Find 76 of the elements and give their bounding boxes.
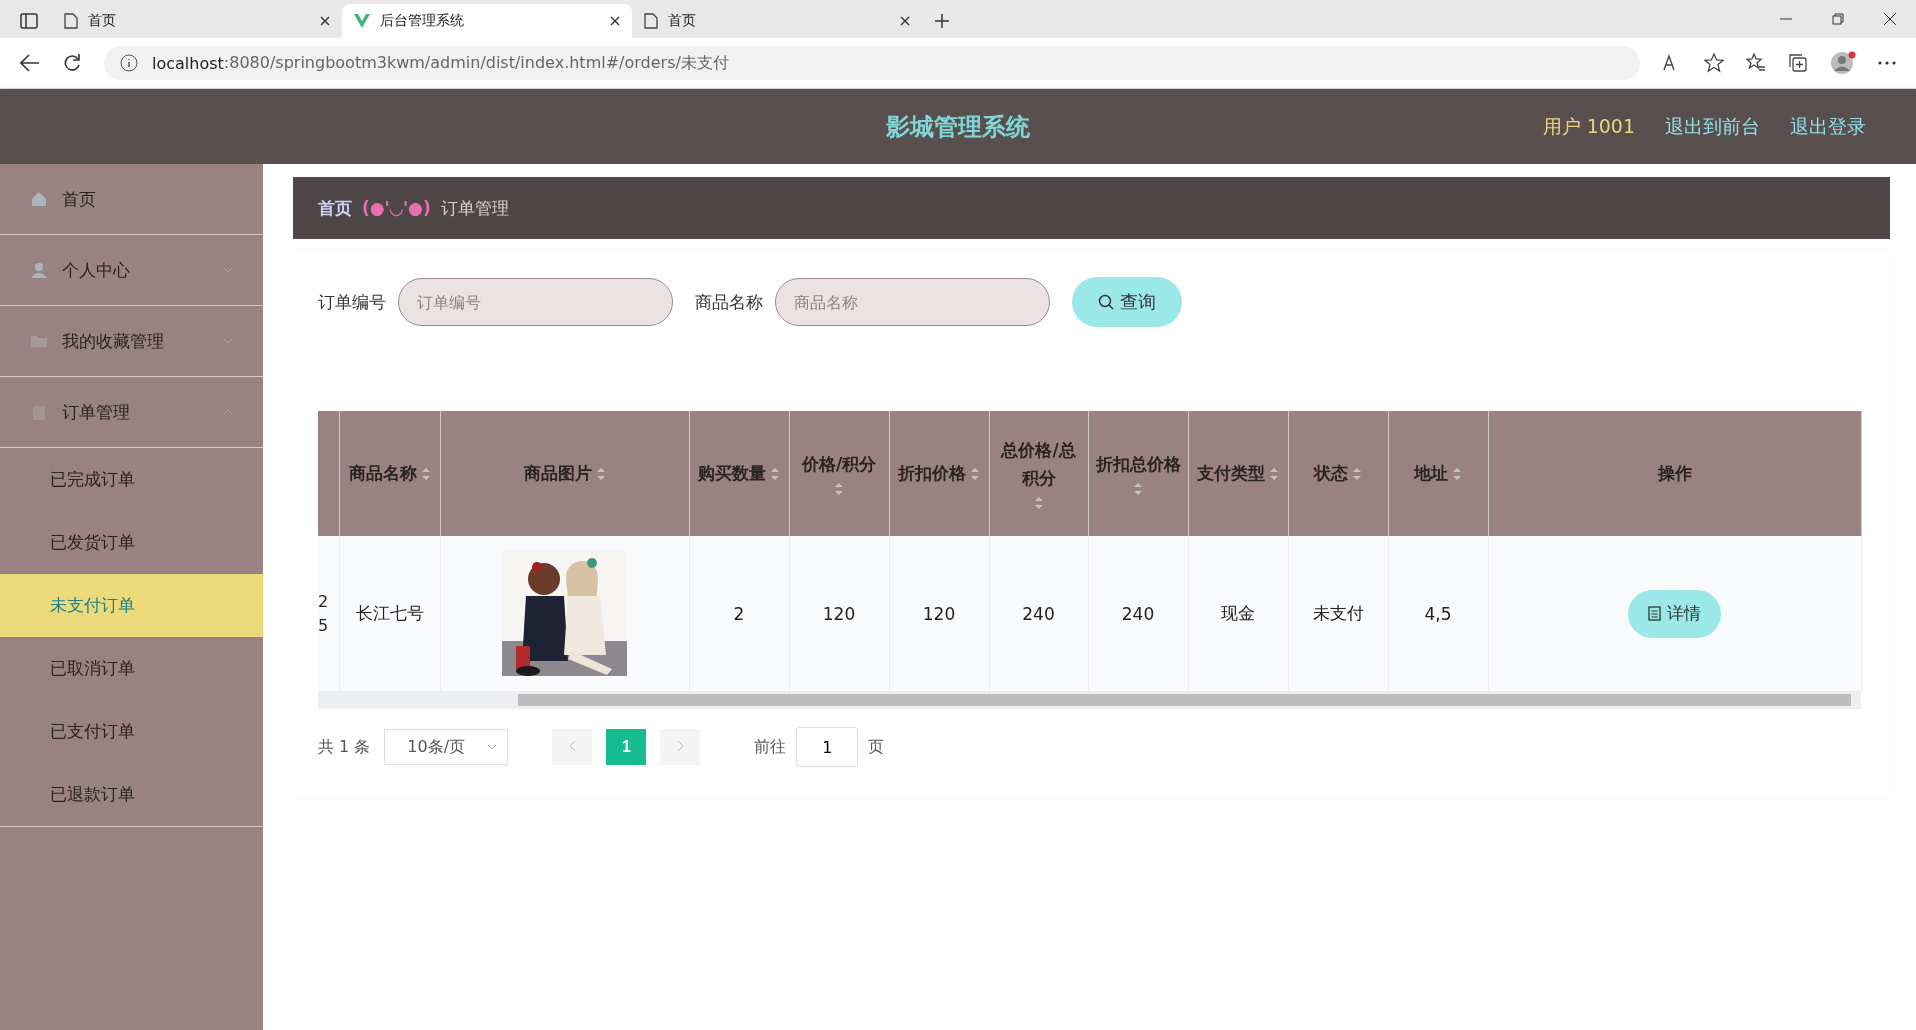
sidebar-toggle-icon[interactable] bbox=[20, 12, 38, 30]
header-link[interactable]: 退出登录 bbox=[1790, 113, 1866, 140]
close-icon[interactable] bbox=[610, 16, 620, 26]
column-header[interactable]: 购买数量 bbox=[689, 411, 789, 536]
field-label: 商品名称 bbox=[695, 290, 763, 314]
column-header[interactable]: 商品图片 bbox=[440, 411, 689, 536]
search-icon bbox=[1098, 294, 1114, 310]
close-icon[interactable] bbox=[320, 16, 330, 26]
table-cell: 120 bbox=[889, 536, 989, 691]
search-button[interactable]: 查询 bbox=[1072, 277, 1182, 327]
close-icon[interactable] bbox=[900, 16, 910, 26]
back-icon[interactable] bbox=[20, 54, 40, 72]
close-icon[interactable] bbox=[1884, 13, 1896, 25]
reload-icon[interactable] bbox=[62, 53, 82, 73]
column-header[interactable]: 地址 bbox=[1388, 411, 1488, 536]
goto-label: 前往 bbox=[754, 736, 787, 758]
total-count: 共 1 条 bbox=[318, 736, 371, 758]
user-name: 用户 1001 bbox=[1542, 113, 1635, 139]
page-size-select[interactable]: 10条/页 bbox=[384, 729, 509, 765]
restore-icon[interactable] bbox=[1832, 13, 1844, 25]
page-icon bbox=[64, 13, 78, 29]
search-field[interactable]: 商品名称 bbox=[775, 278, 1050, 326]
column-header[interactable]: 状态 bbox=[1288, 411, 1388, 536]
sidebar-subitem[interactable]: 已完成订单 bbox=[0, 448, 263, 511]
horizontal-scrollbar[interactable] bbox=[318, 691, 1861, 709]
column-header[interactable]: 价格/积分 bbox=[789, 411, 889, 536]
search-field[interactable]: 订单编号 bbox=[398, 278, 673, 326]
field-label: 订单编号 bbox=[318, 290, 386, 314]
document-icon bbox=[1648, 606, 1661, 621]
table-cell: 240 bbox=[989, 536, 1088, 691]
page-suffix: 页 bbox=[868, 736, 885, 758]
sidebar-subitem[interactable]: 已取消订单 bbox=[0, 637, 263, 700]
detail-button[interactable]: 详情 bbox=[1628, 589, 1721, 638]
avatar-icon[interactable] bbox=[1830, 50, 1856, 76]
chevron-icon bbox=[487, 744, 498, 750]
person-icon bbox=[30, 261, 48, 279]
collections-icon[interactable] bbox=[1788, 53, 1808, 73]
breadcrumb-current: 订单管理 bbox=[440, 196, 509, 220]
table-cell: 2 5 bbox=[318, 536, 339, 691]
breadcrumb-separator: (●'◡'●) bbox=[362, 198, 431, 218]
sidebar-subitem[interactable]: 已退款订单 bbox=[0, 763, 263, 826]
table-cell: 未支付 bbox=[1288, 536, 1388, 691]
column-header: 操作 bbox=[1488, 411, 1861, 536]
sidebar-subitem[interactable]: 未支付订单 bbox=[0, 574, 263, 637]
table-cell: 240 bbox=[1088, 536, 1188, 691]
new-tab-icon[interactable] bbox=[934, 13, 950, 29]
sidebar-subitem[interactable]: 已支付订单 bbox=[0, 700, 263, 763]
browser-tab[interactable]: 后台管理系统 bbox=[342, 4, 632, 38]
column-header[interactable]: 折扣价格 bbox=[889, 411, 989, 536]
column-header[interactable]: 商品名称 bbox=[339, 411, 440, 536]
page-input[interactable]: 1 bbox=[796, 727, 859, 767]
chevron-right-icon bbox=[676, 740, 684, 752]
table-cell: 120 bbox=[789, 536, 889, 691]
app-title: 影城管理系统 bbox=[886, 111, 1030, 143]
breadcrumb-link[interactable]: 首页 bbox=[318, 196, 352, 220]
v-logo-icon bbox=[354, 14, 370, 28]
table-cell: 4,5 bbox=[1388, 536, 1488, 691]
table-cell: 长江七号 bbox=[339, 536, 440, 691]
info-icon bbox=[120, 54, 138, 72]
table-cell: 现金 bbox=[1188, 536, 1288, 691]
star-icon[interactable] bbox=[1704, 53, 1724, 73]
column-header[interactable]: 总价格/总积分 bbox=[989, 411, 1088, 536]
address-bar[interactable]: localhost:8080/springbootm3kwm/admin/dist/index.html#/orders/未支付 bbox=[104, 46, 1640, 80]
column-header[interactable]: 支付类型 bbox=[1188, 411, 1288, 536]
sidebar-subitem[interactable]: 已发货订单 bbox=[0, 511, 263, 574]
browser-tab[interactable]: 首页 bbox=[632, 4, 922, 38]
header-link[interactable]: 退出到前台 bbox=[1665, 113, 1760, 140]
favorites-icon[interactable] bbox=[1746, 53, 1766, 73]
column-header[interactable]: 折扣总价格 bbox=[1088, 411, 1188, 536]
house-icon bbox=[30, 190, 48, 208]
table-cell: 2 bbox=[689, 536, 789, 691]
chevron-left-icon bbox=[568, 740, 576, 752]
browser-tab[interactable]: 首页 bbox=[52, 4, 342, 38]
page-number[interactable]: 1 bbox=[606, 729, 647, 765]
page-icon bbox=[644, 13, 658, 29]
more-icon[interactable] bbox=[1878, 61, 1896, 65]
